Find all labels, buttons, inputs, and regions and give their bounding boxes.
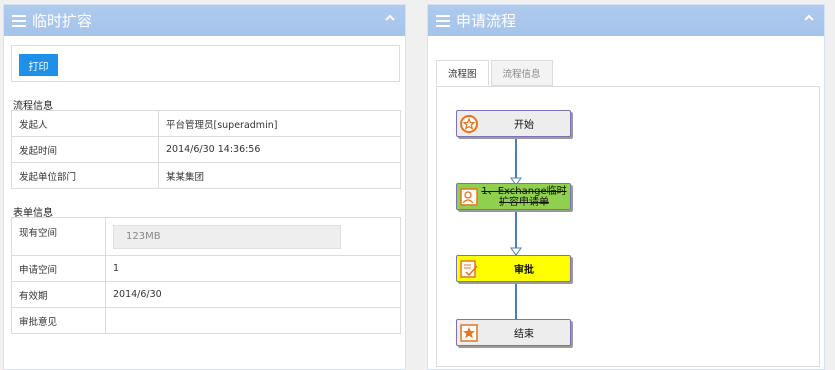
table-row: 发起单位部门 某某集团 xyxy=(11,162,401,189)
temp-expansion-panel: 临时扩容 打印 流程信息 发起人 平台管理员[superadmin] 发起时间 … xyxy=(3,4,406,370)
node-label: 开始 xyxy=(514,120,534,131)
row-value: 2014/6/30 14:36:56 xyxy=(158,136,401,163)
row-value: 2014/6/30 xyxy=(105,281,401,308)
table-row: 申请空间 1 xyxy=(11,255,401,282)
table-row: 发起时间 2014/6/30 14:36:56 xyxy=(11,136,401,163)
row-value: 平台管理员[superadmin] xyxy=(158,110,401,137)
row-key: 审批意见 xyxy=(11,307,106,334)
print-toolbar: 打印 xyxy=(11,45,400,82)
flow-node-apply[interactable]: 1、Exchange临时 扩容申请单 xyxy=(456,183,571,210)
menu-icon[interactable] xyxy=(436,14,450,27)
table-row: 有效期 2014/6/30 xyxy=(11,281,401,308)
row-key: 申请空间 xyxy=(11,255,106,282)
start-icon xyxy=(460,114,478,133)
node-label-line1: 1、Exchange临时 xyxy=(481,185,567,197)
user-icon xyxy=(460,187,478,206)
panel-title: 临时扩容 xyxy=(32,12,93,30)
apply-process-panel: 申请流程 流程图 流程信息 开始 1、Exchange临时 扩容申请单 审批 结… xyxy=(427,4,825,370)
tab-flowchart[interactable]: 流程图 xyxy=(436,60,489,86)
print-button[interactable]: 打印 xyxy=(19,54,58,76)
row-value: 1 xyxy=(105,255,401,282)
temp-expansion-header: 临时扩容 xyxy=(4,5,405,36)
process-tabs: 流程图 流程信息 xyxy=(436,60,555,86)
node-label: 1、Exchange临时 扩容申请单 xyxy=(478,186,570,208)
table-row: 现有空间 123MB xyxy=(11,217,401,256)
menu-icon[interactable] xyxy=(12,14,26,27)
current-space-field[interactable]: 123MB xyxy=(113,224,341,249)
row-key: 发起单位部门 xyxy=(11,162,159,189)
table-row: 审批意见 xyxy=(11,307,401,334)
flow-node-end[interactable]: 结束 xyxy=(456,319,571,346)
flow-node-start[interactable]: 开始 xyxy=(456,110,571,137)
node-label: 审批 xyxy=(514,265,534,276)
row-value: 某某集团 xyxy=(158,162,401,189)
row-key: 发起人 xyxy=(11,110,159,137)
collapse-chevron-icon[interactable] xyxy=(804,13,814,23)
row-key: 发起时间 xyxy=(11,136,159,163)
approve-icon xyxy=(460,259,478,278)
table-row: 发起人 平台管理员[superadmin] xyxy=(11,110,401,137)
panel-title: 申请流程 xyxy=(456,12,517,30)
row-value: 123MB xyxy=(105,217,401,256)
form-info-table: 现有空间 123MB 申请空间 1 有效期 2014/6/30 审批意见 xyxy=(11,217,401,334)
node-label: 结束 xyxy=(514,329,534,340)
process-info-table: 发起人 平台管理员[superadmin] 发起时间 2014/6/30 14:… xyxy=(11,110,401,189)
end-icon xyxy=(460,323,478,342)
flow-node-approve[interactable]: 审批 xyxy=(456,255,571,282)
flowchart-canvas: 开始 1、Exchange临时 扩容申请单 审批 结束 xyxy=(436,86,820,367)
row-key: 现有空间 xyxy=(11,217,106,256)
row-value[interactable] xyxy=(105,307,401,334)
tab-process-info[interactable]: 流程信息 xyxy=(490,60,553,86)
apply-process-header: 申请流程 xyxy=(428,5,824,36)
row-key: 有效期 xyxy=(11,281,106,308)
collapse-chevron-icon[interactable] xyxy=(385,13,395,23)
node-label-line2: 扩容申请单 xyxy=(499,196,549,208)
